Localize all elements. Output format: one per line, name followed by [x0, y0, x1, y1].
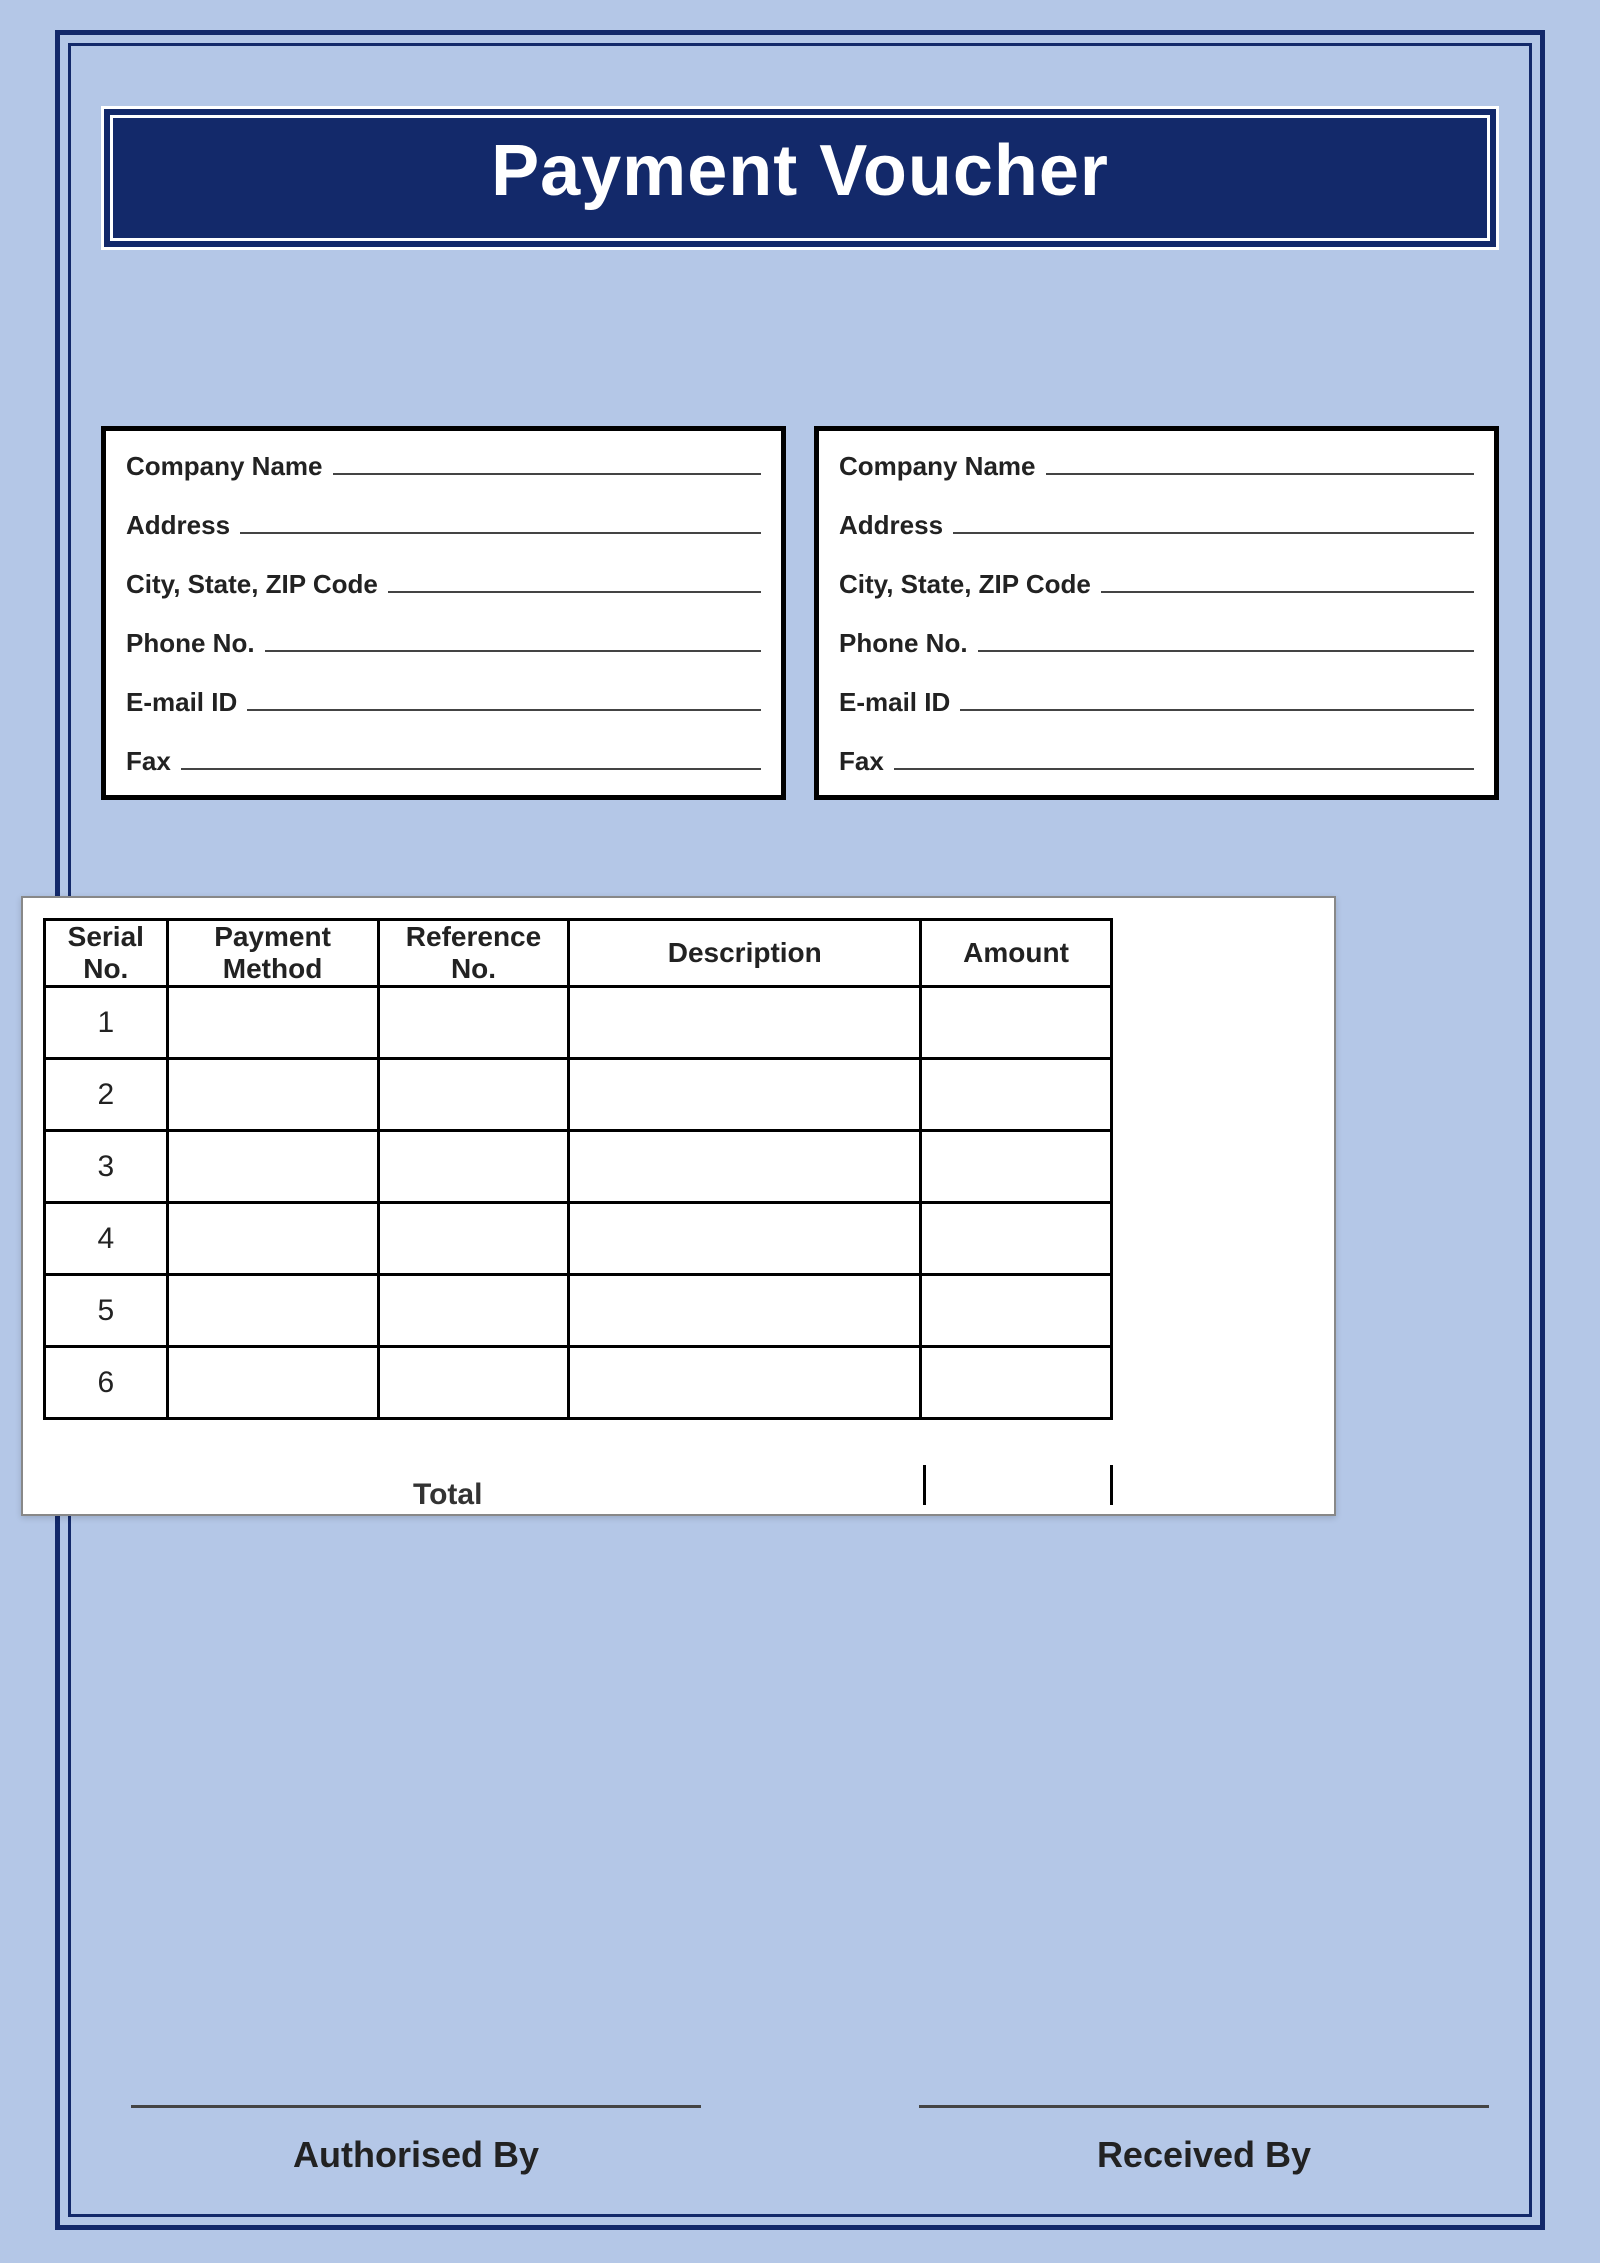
header-method: Payment Method: [167, 920, 378, 987]
cell-ref[interactable]: [378, 1275, 569, 1347]
cell-desc[interactable]: [569, 987, 921, 1059]
field-fax: Fax: [126, 744, 761, 777]
cell-serial: 2: [45, 1059, 168, 1131]
cell-method[interactable]: [167, 1347, 378, 1419]
cell-serial: 5: [45, 1275, 168, 1347]
cell-method[interactable]: [167, 1275, 378, 1347]
label-fax: Fax: [839, 746, 884, 777]
label-address: Address: [126, 510, 230, 541]
info-box-left: Company Name Address City, State, ZIP Co…: [101, 426, 786, 800]
page-title: Payment Voucher: [113, 130, 1487, 212]
blank-line[interactable]: [333, 449, 762, 475]
blank-line[interactable]: [181, 744, 761, 770]
field-csz: City, State, ZIP Code: [839, 567, 1474, 600]
info-boxes: Company Name Address City, State, ZIP Co…: [101, 426, 1499, 800]
total-divider: [1110, 1465, 1113, 1505]
signature-line[interactable]: [131, 2105, 701, 2108]
title-banner: Payment Voucher: [101, 106, 1499, 250]
total-label: Total: [413, 1478, 482, 1512]
field-phone: Phone No.: [839, 626, 1474, 659]
table-row: 6: [45, 1347, 1112, 1419]
blank-line[interactable]: [388, 567, 761, 593]
cell-ref[interactable]: [378, 1347, 569, 1419]
cell-amount[interactable]: [921, 1131, 1112, 1203]
blank-line[interactable]: [894, 744, 1474, 770]
cell-amount[interactable]: [921, 1347, 1112, 1419]
label-company: Company Name: [839, 451, 1036, 482]
label-csz: City, State, ZIP Code: [839, 569, 1091, 600]
cell-ref[interactable]: [378, 1203, 569, 1275]
blank-line[interactable]: [265, 626, 761, 652]
field-company: Company Name: [126, 449, 761, 482]
info-box-right: Company Name Address City, State, ZIP Co…: [814, 426, 1499, 800]
header-desc: Description: [569, 920, 921, 987]
cell-desc[interactable]: [569, 1131, 921, 1203]
signature-authorised: Authorised By: [131, 2105, 701, 2176]
header-serial: Serial No.: [45, 920, 168, 987]
blank-line[interactable]: [1046, 449, 1475, 475]
title-inner-border: Payment Voucher: [110, 115, 1490, 241]
label-email: E-mail ID: [839, 687, 950, 718]
table-row: 4: [45, 1203, 1112, 1275]
table-row: 1: [45, 987, 1112, 1059]
total-divider: [923, 1465, 926, 1505]
table-header-row: Serial No. Payment Method Reference No. …: [45, 920, 1112, 987]
signature-label-authorised: Authorised By: [131, 2134, 701, 2176]
blank-line[interactable]: [247, 685, 761, 711]
payment-table: Serial No. Payment Method Reference No. …: [43, 918, 1113, 1420]
cell-serial: 3: [45, 1131, 168, 1203]
cell-serial: 4: [45, 1203, 168, 1275]
blank-line[interactable]: [1101, 567, 1474, 593]
field-address: Address: [839, 508, 1474, 541]
blank-line[interactable]: [960, 685, 1474, 711]
blank-line[interactable]: [978, 626, 1474, 652]
cell-ref[interactable]: [378, 1059, 569, 1131]
blank-line[interactable]: [953, 508, 1474, 534]
cell-method[interactable]: [167, 1059, 378, 1131]
cell-desc[interactable]: [569, 1347, 921, 1419]
signature-line[interactable]: [919, 2105, 1489, 2108]
cell-method[interactable]: [167, 987, 378, 1059]
label-csz: City, State, ZIP Code: [126, 569, 378, 600]
cell-amount[interactable]: [921, 1059, 1112, 1131]
field-email: E-mail ID: [839, 685, 1474, 718]
cell-desc[interactable]: [569, 1059, 921, 1131]
cell-method[interactable]: [167, 1131, 378, 1203]
signature-label-received: Received By: [919, 2134, 1489, 2176]
cell-method[interactable]: [167, 1203, 378, 1275]
cell-amount[interactable]: [921, 1203, 1112, 1275]
table-row: 3: [45, 1131, 1112, 1203]
label-company: Company Name: [126, 451, 323, 482]
signature-area: Authorised By Received By: [131, 2105, 1489, 2176]
table-row: 2: [45, 1059, 1112, 1131]
cell-serial: 1: [45, 987, 168, 1059]
label-phone: Phone No.: [839, 628, 968, 659]
cell-amount[interactable]: [921, 1275, 1112, 1347]
table-row: 5: [45, 1275, 1112, 1347]
field-email: E-mail ID: [126, 685, 761, 718]
header-ref: Reference No.: [378, 920, 569, 987]
inner-frame: Payment Voucher Company Name Address Cit…: [68, 43, 1532, 2217]
label-fax: Fax: [126, 746, 171, 777]
field-phone: Phone No.: [126, 626, 761, 659]
label-email: E-mail ID: [126, 687, 237, 718]
blank-line[interactable]: [240, 508, 761, 534]
outer-frame: Payment Voucher Company Name Address Cit…: [55, 30, 1545, 2230]
cell-desc[interactable]: [569, 1203, 921, 1275]
cell-ref[interactable]: [378, 987, 569, 1059]
field-company: Company Name: [839, 449, 1474, 482]
cell-serial: 6: [45, 1347, 168, 1419]
cell-desc[interactable]: [569, 1275, 921, 1347]
total-row: Total: [43, 1468, 1113, 1516]
field-address: Address: [126, 508, 761, 541]
label-address: Address: [839, 510, 943, 541]
signature-received: Received By: [919, 2105, 1489, 2176]
cell-amount[interactable]: [921, 987, 1112, 1059]
payment-table-card: Serial No. Payment Method Reference No. …: [21, 896, 1336, 1516]
header-amount: Amount: [921, 920, 1112, 987]
label-phone: Phone No.: [126, 628, 255, 659]
field-fax: Fax: [839, 744, 1474, 777]
field-csz: City, State, ZIP Code: [126, 567, 761, 600]
cell-ref[interactable]: [378, 1131, 569, 1203]
